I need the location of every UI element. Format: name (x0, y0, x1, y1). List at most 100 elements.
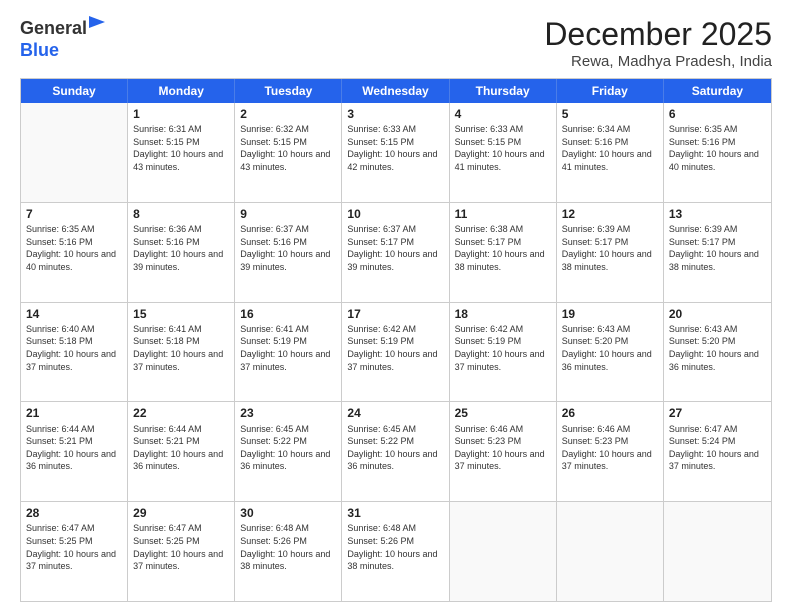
cal-cell: 10Sunrise: 6:37 AM Sunset: 5:17 PM Dayli… (342, 203, 449, 302)
cell-info: Sunrise: 6:32 AM Sunset: 5:15 PM Dayligh… (240, 123, 336, 173)
cell-info: Sunrise: 6:41 AM Sunset: 5:19 PM Dayligh… (240, 323, 336, 373)
header-friday: Friday (557, 79, 664, 103)
day-number: 19 (562, 306, 658, 322)
cell-info: Sunrise: 6:35 AM Sunset: 5:16 PM Dayligh… (669, 123, 766, 173)
header-saturday: Saturday (664, 79, 771, 103)
cal-cell: 17Sunrise: 6:42 AM Sunset: 5:19 PM Dayli… (342, 303, 449, 402)
cell-info: Sunrise: 6:34 AM Sunset: 5:16 PM Dayligh… (562, 123, 658, 173)
cal-cell: 22 Sunrise: 6:44 AM Sunset: 5:21 PM Dayli… (128, 402, 235, 501)
cal-cell: 4Sunrise: 6:33 AM Sunset: 5:15 PM Daylig… (450, 103, 557, 202)
cal-cell: 31Sunrise: 6:48 AM Sunset: 5:26 PM Dayli… (342, 502, 449, 601)
cell-info: Sunrise: 6:47 AM Sunset: 5:24 PM Dayligh… (669, 423, 766, 473)
cal-cell: 9Sunrise: 6:37 AM Sunset: 5:16 PM Daylig… (235, 203, 342, 302)
day-number: 2 (240, 106, 336, 122)
page: General Blue December 2025 Rewa, Madhya … (0, 0, 792, 612)
cal-cell: 6Sunrise: 6:35 AM Sunset: 5:16 PM Daylig… (664, 103, 771, 202)
cal-cell: 8Sunrise: 6:36 AM Sunset: 5:16 PM Daylig… (128, 203, 235, 302)
cal-cell: 21 Sunrise: 6:44 AM Sunset: 5:21 PM Dayli… (21, 402, 128, 501)
day-number: 7 (26, 206, 122, 222)
title-area: December 2025 Rewa, Madhya Pradesh, Indi… (544, 16, 772, 70)
cal-cell (557, 502, 664, 601)
day-number: 27 (669, 405, 766, 421)
cal-week-row: 14Sunrise: 6:40 AM Sunset: 5:18 PM Dayli… (21, 302, 771, 402)
cal-cell: 28Sunrise: 6:47 AM Sunset: 5:25 PM Dayli… (21, 502, 128, 601)
day-number: 3 (347, 106, 443, 122)
cal-cell: 3Sunrise: 6:33 AM Sunset: 5:15 PM Daylig… (342, 103, 449, 202)
day-number: 20 (669, 306, 766, 322)
cal-cell: 14Sunrise: 6:40 AM Sunset: 5:18 PM Dayli… (21, 303, 128, 402)
cell-info: Sunrise: 6:44 AM Sunset: 5:21 PM Dayligh… (26, 423, 122, 473)
location-title: Rewa, Madhya Pradesh, India (544, 53, 772, 70)
cal-cell: 24 Sunrise: 6:45 AM Sunset: 5:22 PM Dayli… (342, 402, 449, 501)
cal-cell: 20Sunrise: 6:43 AM Sunset: 5:20 PM Dayli… (664, 303, 771, 402)
day-number: 24 (347, 405, 443, 421)
day-number: 31 (347, 505, 443, 521)
cell-info: Sunrise: 6:37 AM Sunset: 5:17 PM Dayligh… (347, 223, 443, 273)
cal-cell: 26 Sunrise: 6:46 AM Sunset: 5:23 PM Dayli… (557, 402, 664, 501)
day-number: 4 (455, 106, 551, 122)
day-number: 29 (133, 505, 229, 521)
cell-info: Sunrise: 6:35 AM Sunset: 5:16 PM Dayligh… (26, 223, 122, 273)
cal-cell: 16Sunrise: 6:41 AM Sunset: 5:19 PM Dayli… (235, 303, 342, 402)
cal-cell: 1Sunrise: 6:31 AM Sunset: 5:15 PM Daylig… (128, 103, 235, 202)
header: General Blue December 2025 Rewa, Madhya … (20, 16, 772, 70)
logo-blue-text: Blue (20, 40, 59, 60)
day-number: 1 (133, 106, 229, 122)
cell-info: Sunrise: 6:39 AM Sunset: 5:17 PM Dayligh… (669, 223, 766, 273)
day-number: 18 (455, 306, 551, 322)
cell-info: Sunrise: 6:48 AM Sunset: 5:26 PM Dayligh… (240, 522, 336, 572)
day-number: 5 (562, 106, 658, 122)
cal-cell (21, 103, 128, 202)
cell-info: Sunrise: 6:44 AM Sunset: 5:21 PM Dayligh… (133, 423, 229, 473)
day-number: 21 (26, 405, 122, 421)
calendar-body: 1Sunrise: 6:31 AM Sunset: 5:15 PM Daylig… (21, 103, 771, 601)
cal-cell (450, 502, 557, 601)
cell-info: Sunrise: 6:45 AM Sunset: 5:22 PM Dayligh… (240, 423, 336, 473)
cal-cell: 15Sunrise: 6:41 AM Sunset: 5:18 PM Dayli… (128, 303, 235, 402)
cal-cell: 29Sunrise: 6:47 AM Sunset: 5:25 PM Dayli… (128, 502, 235, 601)
calendar-header: Sunday Monday Tuesday Wednesday Thursday… (21, 79, 771, 103)
cal-cell: 25 Sunrise: 6:46 AM Sunset: 5:23 PM Dayli… (450, 402, 557, 501)
cal-cell: 27 Sunrise: 6:47 AM Sunset: 5:24 PM Dayli… (664, 402, 771, 501)
day-number: 12 (562, 206, 658, 222)
cal-cell: 11Sunrise: 6:38 AM Sunset: 5:17 PM Dayli… (450, 203, 557, 302)
cell-info: Sunrise: 6:40 AM Sunset: 5:18 PM Dayligh… (26, 323, 122, 373)
logo-general-text: General (20, 18, 87, 39)
day-number: 17 (347, 306, 443, 322)
cell-info: Sunrise: 6:46 AM Sunset: 5:23 PM Dayligh… (455, 423, 551, 473)
cell-info: Sunrise: 6:45 AM Sunset: 5:22 PM Dayligh… (347, 423, 443, 473)
day-number: 6 (669, 106, 766, 122)
day-number: 16 (240, 306, 336, 322)
day-number: 22 (133, 405, 229, 421)
cell-info: Sunrise: 6:42 AM Sunset: 5:19 PM Dayligh… (455, 323, 551, 373)
day-number: 23 (240, 405, 336, 421)
cell-info: Sunrise: 6:33 AM Sunset: 5:15 PM Dayligh… (347, 123, 443, 173)
header-sunday: Sunday (21, 79, 128, 103)
month-title: December 2025 (544, 16, 772, 53)
cell-info: Sunrise: 6:41 AM Sunset: 5:18 PM Dayligh… (133, 323, 229, 373)
cell-info: Sunrise: 6:31 AM Sunset: 5:15 PM Dayligh… (133, 123, 229, 173)
cell-info: Sunrise: 6:48 AM Sunset: 5:26 PM Dayligh… (347, 522, 443, 572)
cal-week-row: 28Sunrise: 6:47 AM Sunset: 5:25 PM Dayli… (21, 501, 771, 601)
cell-info: Sunrise: 6:46 AM Sunset: 5:23 PM Dayligh… (562, 423, 658, 473)
day-number: 26 (562, 405, 658, 421)
cal-cell: 30Sunrise: 6:48 AM Sunset: 5:26 PM Dayli… (235, 502, 342, 601)
day-number: 11 (455, 206, 551, 222)
cell-info: Sunrise: 6:38 AM Sunset: 5:17 PM Dayligh… (455, 223, 551, 273)
day-number: 10 (347, 206, 443, 222)
header-tuesday: Tuesday (235, 79, 342, 103)
cal-cell (664, 502, 771, 601)
cell-info: Sunrise: 6:33 AM Sunset: 5:15 PM Dayligh… (455, 123, 551, 173)
day-number: 25 (455, 405, 551, 421)
header-wednesday: Wednesday (342, 79, 449, 103)
cal-cell: 23 Sunrise: 6:45 AM Sunset: 5:22 PM Dayli… (235, 402, 342, 501)
calendar: Sunday Monday Tuesday Wednesday Thursday… (20, 78, 772, 602)
cal-cell: 5Sunrise: 6:34 AM Sunset: 5:16 PM Daylig… (557, 103, 664, 202)
day-number: 28 (26, 505, 122, 521)
cell-info: Sunrise: 6:42 AM Sunset: 5:19 PM Dayligh… (347, 323, 443, 373)
day-number: 13 (669, 206, 766, 222)
cell-info: Sunrise: 6:47 AM Sunset: 5:25 PM Dayligh… (26, 522, 122, 572)
header-monday: Monday (128, 79, 235, 103)
day-number: 15 (133, 306, 229, 322)
day-number: 8 (133, 206, 229, 222)
